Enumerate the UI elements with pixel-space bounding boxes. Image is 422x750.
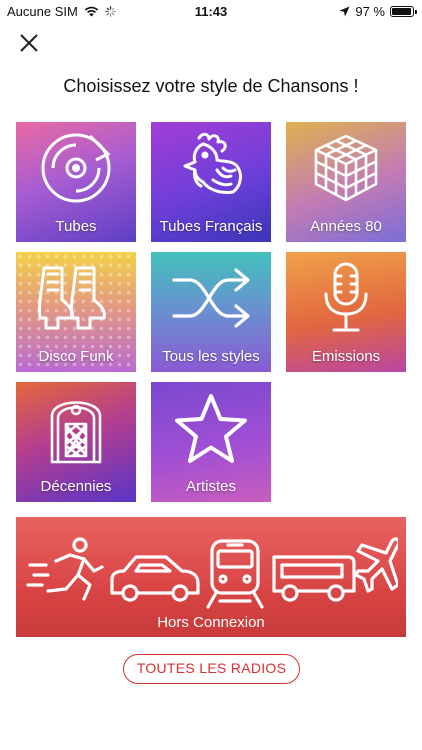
category-tile-emissions[interactable]: Emissions	[286, 252, 406, 372]
category-tile-annees-80[interactable]: Années 80	[286, 122, 406, 242]
bus-icon	[272, 555, 356, 602]
category-tile-tous-les-styles[interactable]: Tous les styles	[151, 252, 271, 372]
car-icon	[110, 555, 200, 602]
category-tile-decennies[interactable]: Décennies	[16, 382, 136, 502]
category-label: Artistes	[185, 478, 236, 495]
status-bar: Aucune SIM 11:43 97 %	[0, 0, 422, 22]
category-label: Années 80	[310, 218, 382, 235]
jukebox-icon	[50, 401, 102, 464]
platform-boots-icon	[38, 266, 106, 330]
category-label: Décennies	[40, 478, 112, 495]
category-tile-disco-funk[interactable]: Disco Funk	[16, 252, 136, 372]
all-radios-button[interactable]: TOUTES LES RADIOS	[123, 654, 300, 684]
category-label: Emissions	[311, 348, 381, 365]
rubiks-cube-icon	[314, 134, 378, 202]
battery-fill	[392, 8, 412, 15]
train-icon	[206, 539, 264, 609]
star-icon	[175, 394, 247, 463]
location-arrow-icon	[339, 6, 350, 17]
battery-percent: 97 %	[355, 4, 385, 19]
offline-tile[interactable]: Hors Connexion	[16, 517, 406, 637]
category-label: Tubes Français	[159, 218, 263, 235]
battery-icon	[390, 6, 417, 17]
running-person-icon	[26, 537, 104, 601]
status-right: 97 %	[339, 4, 417, 19]
microphone-icon	[324, 262, 368, 332]
close-icon	[20, 34, 38, 52]
category-label: Tubes	[55, 218, 97, 235]
airplane-icon	[354, 537, 398, 593]
page-title: Choisissez votre style de Chansons !	[63, 76, 359, 96]
category-label: Tous les styles	[162, 348, 260, 365]
rooster-icon	[183, 132, 242, 194]
category-tile-tubes-francais[interactable]: Tubes Français	[151, 122, 271, 242]
category-label: Disco Funk	[38, 348, 114, 365]
shuffle-icon	[172, 268, 250, 328]
category-tile-artistes[interactable]: Artistes	[151, 382, 271, 502]
offline-transport-icons	[26, 537, 398, 609]
close-button[interactable]	[17, 31, 41, 55]
offline-label: Hors Connexion	[157, 614, 265, 631]
category-tile-tubes[interactable]: Tubes	[16, 122, 136, 242]
vinyl-record-icon	[41, 133, 111, 203]
